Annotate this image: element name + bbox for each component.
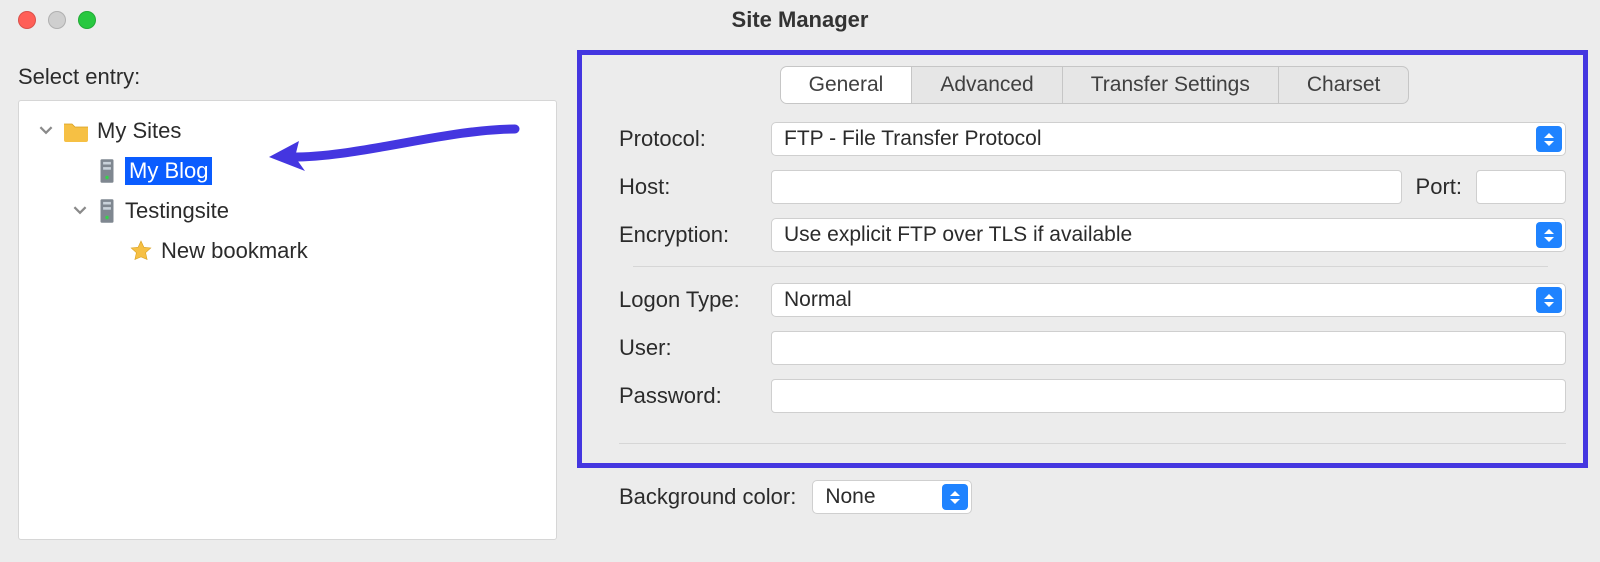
right-pane: General Advanced Transfer Settings Chars… <box>575 40 1600 562</box>
separator <box>633 266 1548 267</box>
zoom-window-button[interactable] <box>78 11 96 29</box>
select-stepper-icon <box>1536 222 1562 248</box>
row-logon-type: Logon Type: Normal <box>619 283 1566 317</box>
star-icon <box>129 239 153 263</box>
background-color-select[interactable]: None <box>812 480 972 514</box>
tree-new-bookmark-label: New bookmark <box>161 238 308 264</box>
titlebar: Site Manager <box>0 0 1600 40</box>
tab-label: Charset <box>1307 73 1381 97</box>
tree-row-my-blog[interactable]: My Blog <box>19 151 556 191</box>
password-label: Password: <box>619 383 771 409</box>
select-stepper-icon <box>1536 287 1562 313</box>
window-traffic-lights <box>18 11 96 29</box>
logon-type-label: Logon Type: <box>619 287 771 313</box>
row-password: Password: <box>619 379 1566 413</box>
port-input[interactable] <box>1476 170 1566 204</box>
encryption-select[interactable]: Use explicit FTP over TLS if available <box>771 218 1566 252</box>
tab-advanced[interactable]: Advanced <box>911 67 1061 103</box>
tab-strip: General Advanced Transfer Settings Chars… <box>605 66 1584 104</box>
select-entry-heading: Select entry: <box>18 64 557 90</box>
row-background-color: Background color: None <box>605 480 1584 514</box>
chevron-down-icon[interactable] <box>71 203 89 220</box>
tab-general[interactable]: General <box>781 67 912 103</box>
row-protocol: Protocol: FTP - File Transfer Protocol <box>619 122 1566 156</box>
close-window-button[interactable] <box>18 11 36 29</box>
select-stepper-icon <box>942 484 968 510</box>
tab-label: Advanced <box>940 73 1033 97</box>
background-color-label: Background color: <box>619 484 796 510</box>
window-title: Site Manager <box>0 7 1600 33</box>
general-form: Protocol: FTP - File Transfer Protocol H… <box>605 122 1584 413</box>
tab-group: General Advanced Transfer Settings Chars… <box>780 66 1410 104</box>
tree-row-root[interactable]: My Sites <box>19 111 556 151</box>
row-encryption: Encryption: Use explicit FTP over TLS if… <box>619 218 1566 252</box>
folder-icon <box>63 120 89 142</box>
server-icon <box>97 198 117 224</box>
protocol-label: Protocol: <box>619 126 771 152</box>
row-user: User: <box>619 331 1566 365</box>
separator <box>619 443 1566 444</box>
host-input[interactable] <box>771 170 1402 204</box>
tab-label: General <box>809 73 884 97</box>
protocol-select[interactable]: FTP - File Transfer Protocol <box>771 122 1566 156</box>
logon-type-value: Normal <box>784 288 852 312</box>
tree-row-new-bookmark[interactable]: New bookmark <box>19 231 556 271</box>
port-label: Port: <box>1416 174 1462 200</box>
encryption-value: Use explicit FTP over TLS if available <box>784 223 1132 247</box>
encryption-label: Encryption: <box>619 222 771 248</box>
tree-root-label: My Sites <box>97 118 181 144</box>
user-input[interactable] <box>771 331 1566 365</box>
site-tree[interactable]: My Sites My Blog <box>18 100 557 540</box>
chevron-down-icon[interactable] <box>37 123 55 140</box>
row-host: Host: Port: <box>619 170 1566 204</box>
tree-testingsite-label: Testingsite <box>125 198 229 224</box>
tab-transfer-settings[interactable]: Transfer Settings <box>1062 67 1278 103</box>
server-icon <box>97 158 117 184</box>
logon-type-select[interactable]: Normal <box>771 283 1566 317</box>
left-pane: Select entry: My Sites <box>0 40 575 562</box>
tab-charset[interactable]: Charset <box>1278 67 1409 103</box>
user-label: User: <box>619 335 771 361</box>
tab-label: Transfer Settings <box>1091 73 1250 97</box>
host-label: Host: <box>619 174 771 200</box>
select-stepper-icon <box>1536 126 1562 152</box>
protocol-value: FTP - File Transfer Protocol <box>784 127 1042 151</box>
tree-row-testingsite[interactable]: Testingsite <box>19 191 556 231</box>
minimize-window-button[interactable] <box>48 11 66 29</box>
tree-my-blog-label: My Blog <box>125 157 212 185</box>
password-input[interactable] <box>771 379 1566 413</box>
background-color-value: None <box>825 485 875 509</box>
